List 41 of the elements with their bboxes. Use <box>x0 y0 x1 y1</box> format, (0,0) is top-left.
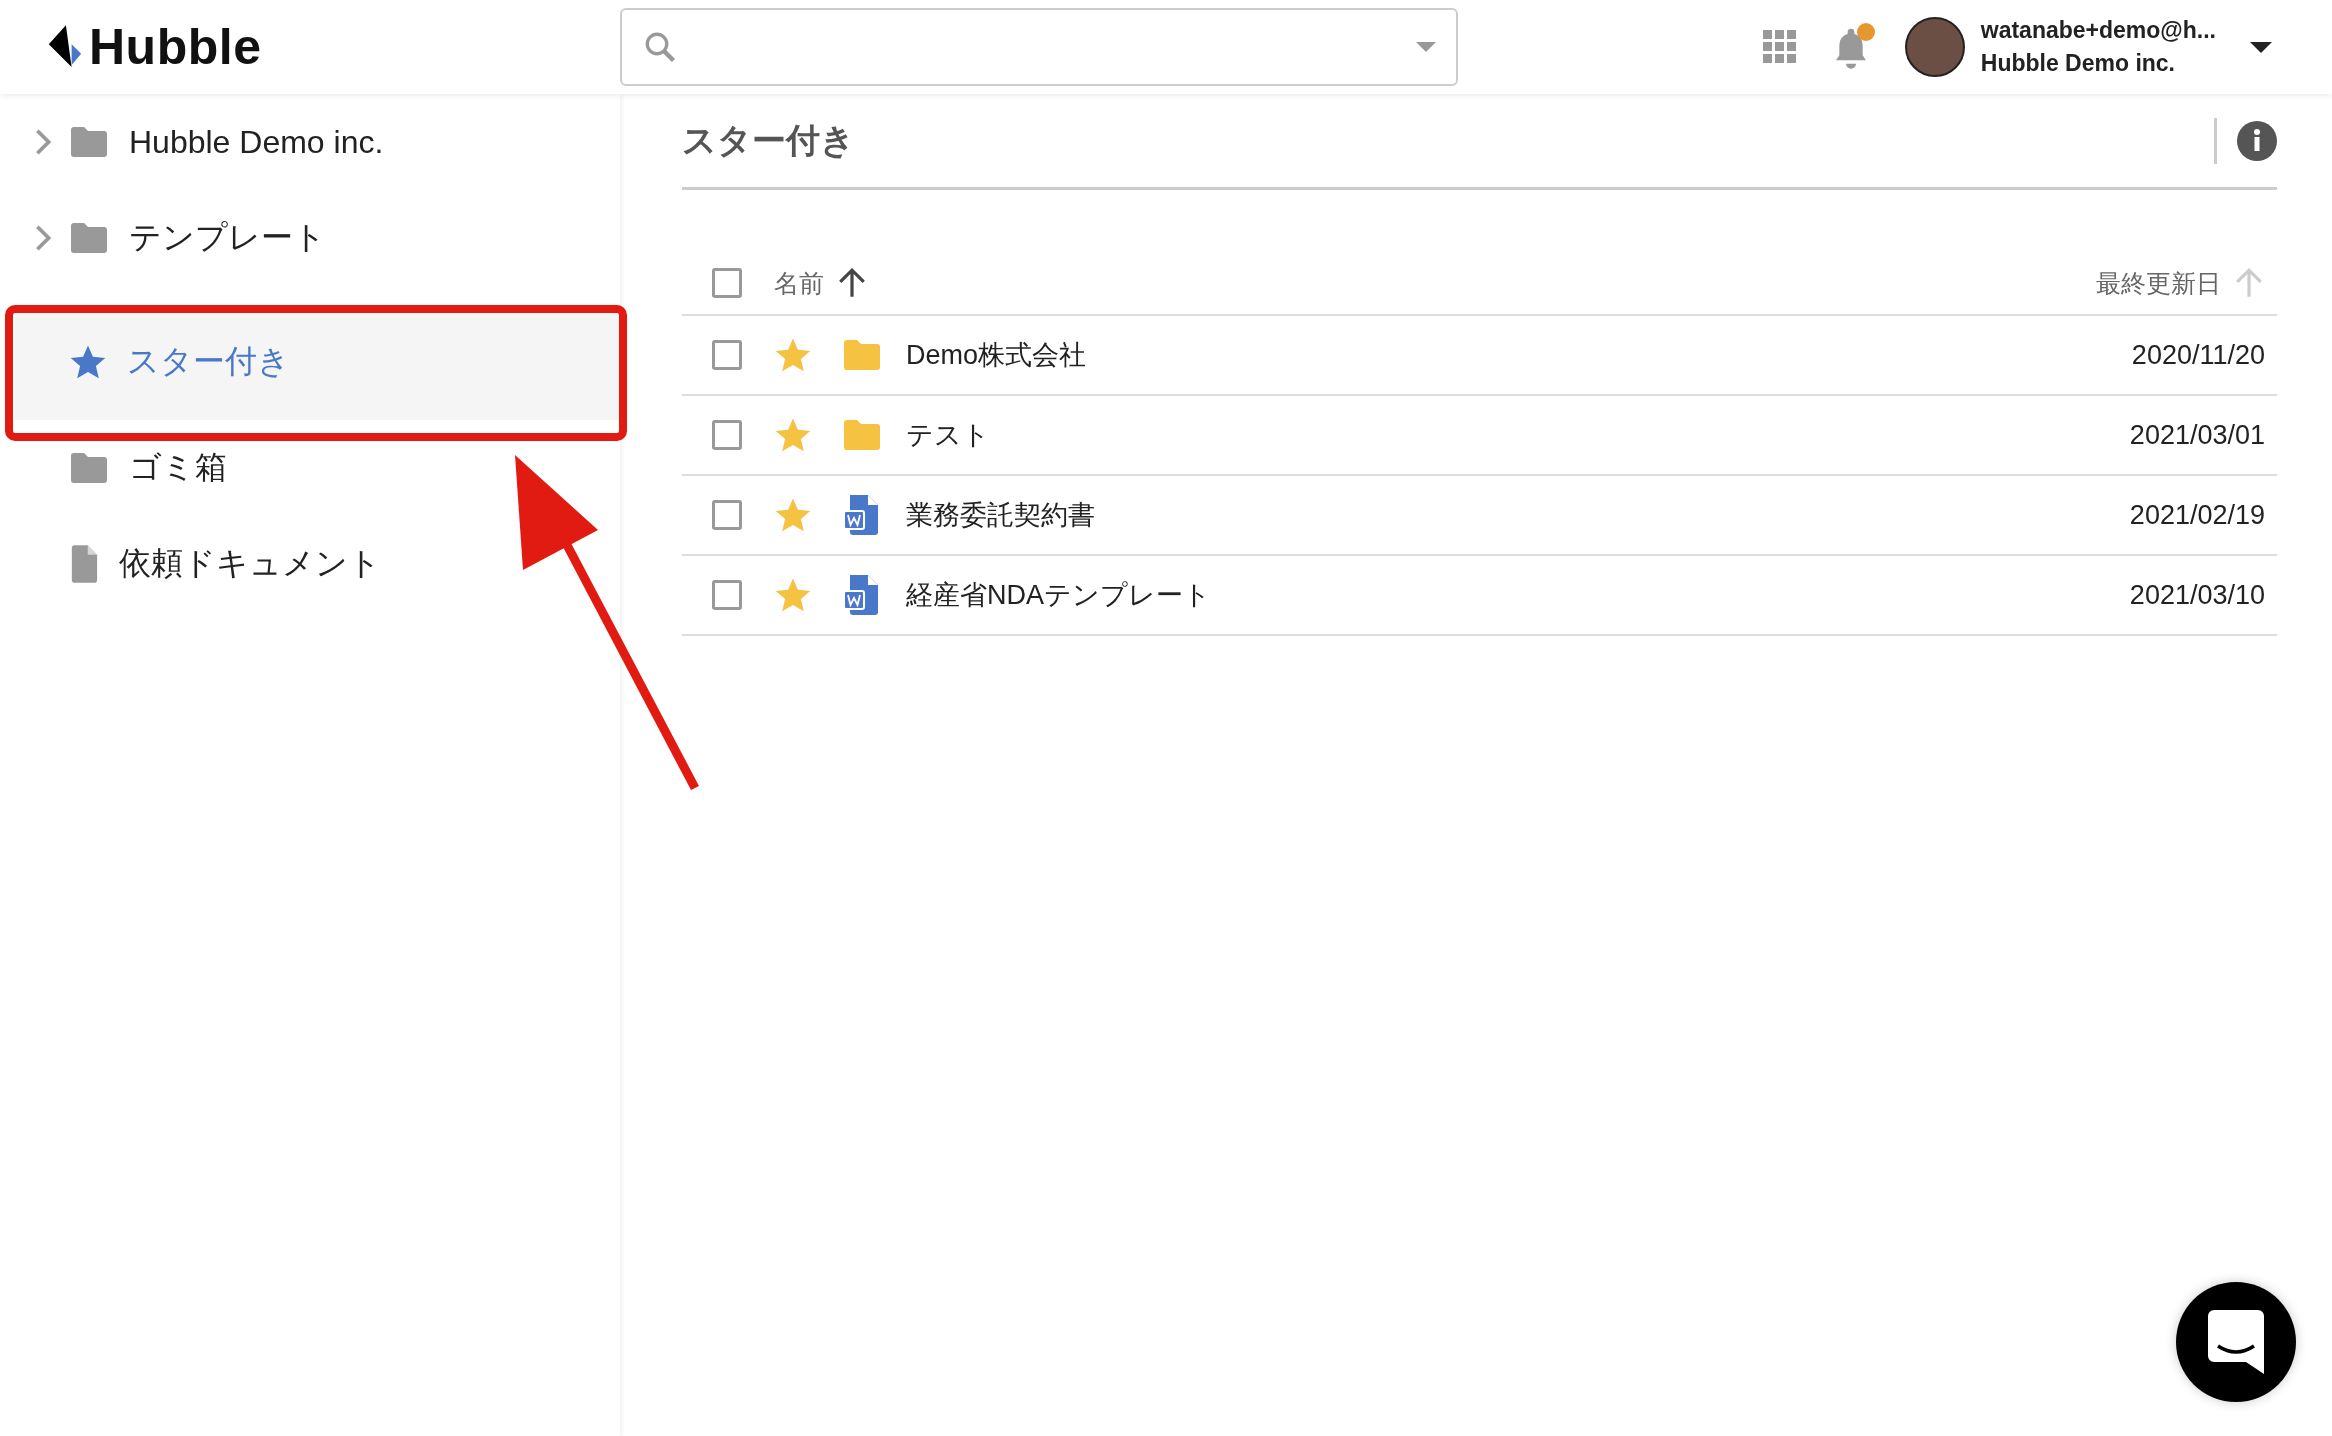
file-name[interactable]: 経産省NDAテンプレート <box>906 577 1211 613</box>
chat-bubble-icon <box>2208 1310 2264 1374</box>
sidebar-item[interactable]: テンプレート <box>5 190 620 286</box>
modified-date: 2021/02/19 <box>2129 499 2265 531</box>
select-all-checkbox[interactable] <box>712 268 742 298</box>
folder-icon <box>69 222 109 254</box>
chevron-icon[interactable] <box>33 223 53 253</box>
sidebar-item[interactable]: ゴミ箱 <box>5 420 620 516</box>
sidebar-item[interactable]: スター付き <box>15 304 620 420</box>
page-title: スター付き <box>682 119 856 161</box>
caret-icon[interactable] <box>2250 41 2272 53</box>
word-document-icon <box>844 495 880 535</box>
modified-date: 2020/11/20 <box>2131 339 2265 371</box>
user-email: watanabe+demo@h... <box>1980 17 2216 44</box>
file-name[interactable]: Demo株式会社 <box>906 337 1087 373</box>
document-icon <box>69 545 99 583</box>
folder-icon <box>842 339 882 371</box>
file-name[interactable]: 業務委託契約書 <box>906 497 1095 533</box>
chat-button[interactable] <box>2176 1282 2296 1402</box>
word-document-icon <box>844 575 880 615</box>
apps-grid-icon[interactable] <box>1762 30 1797 64</box>
modified-date: 2021/03/10 <box>2129 579 2265 611</box>
row-checkbox[interactable] <box>712 500 742 530</box>
file-name[interactable]: テスト <box>906 417 990 453</box>
folder-icon <box>69 126 109 158</box>
chevron-icon[interactable] <box>33 127 53 157</box>
sidebar-item[interactable]: 依頼ドキュメント <box>5 516 620 612</box>
modified-date: 2021/03/01 <box>2129 419 2265 451</box>
sort-arrow-icon[interactable] <box>836 267 868 299</box>
info-icon[interactable] <box>2237 120 2277 161</box>
folder-icon <box>69 452 109 484</box>
column-header[interactable]: 最終更新日 <box>2096 266 2221 300</box>
user-company: Hubble Demo inc. <box>1980 50 2176 77</box>
search-field[interactable] <box>620 8 1458 86</box>
row-checkbox[interactable] <box>712 340 742 370</box>
sidebar-item[interactable]: Hubble Demo inc. <box>5 94 620 190</box>
column-header[interactable]: 名前 <box>774 266 824 300</box>
logo-text: Hubble <box>89 18 262 76</box>
folder-icon <box>842 419 882 451</box>
row-checkbox[interactable] <box>712 420 742 450</box>
row-checkbox[interactable] <box>712 580 742 610</box>
